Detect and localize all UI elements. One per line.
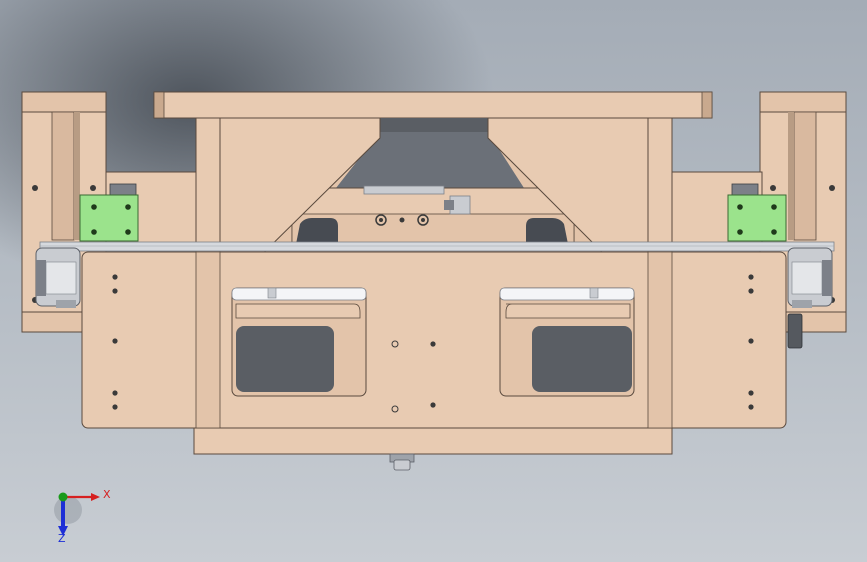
cad-graphics-area[interactable]: X Z (0, 0, 867, 562)
hole (430, 402, 436, 408)
hole (112, 274, 118, 280)
bottom-bolt[interactable] (389, 453, 415, 471)
left-cutout-window (231, 287, 367, 397)
hole (829, 185, 835, 191)
hole (112, 338, 118, 344)
hole (430, 341, 436, 347)
z-axis-label: Z (58, 532, 66, 545)
linear-guide-rail[interactable] (39, 241, 835, 252)
hole (748, 274, 754, 280)
hole (399, 217, 405, 223)
assembly-drawing[interactable]: X Z (0, 0, 867, 562)
top-plate[interactable] (153, 91, 713, 119)
hole (90, 185, 96, 191)
hole (112, 390, 118, 396)
hole (748, 288, 754, 294)
front-base-plate[interactable] (81, 251, 787, 455)
right-cutout-window (499, 287, 635, 397)
hole (748, 338, 754, 344)
hole (112, 288, 118, 294)
x-axis-label: X (103, 488, 111, 501)
hole (112, 404, 118, 410)
triad-origin-icon (58, 492, 68, 502)
hole (32, 185, 38, 191)
hole (748, 404, 754, 410)
left-bearing-block[interactable] (35, 247, 81, 308)
hole (770, 185, 776, 191)
hole (748, 390, 754, 396)
